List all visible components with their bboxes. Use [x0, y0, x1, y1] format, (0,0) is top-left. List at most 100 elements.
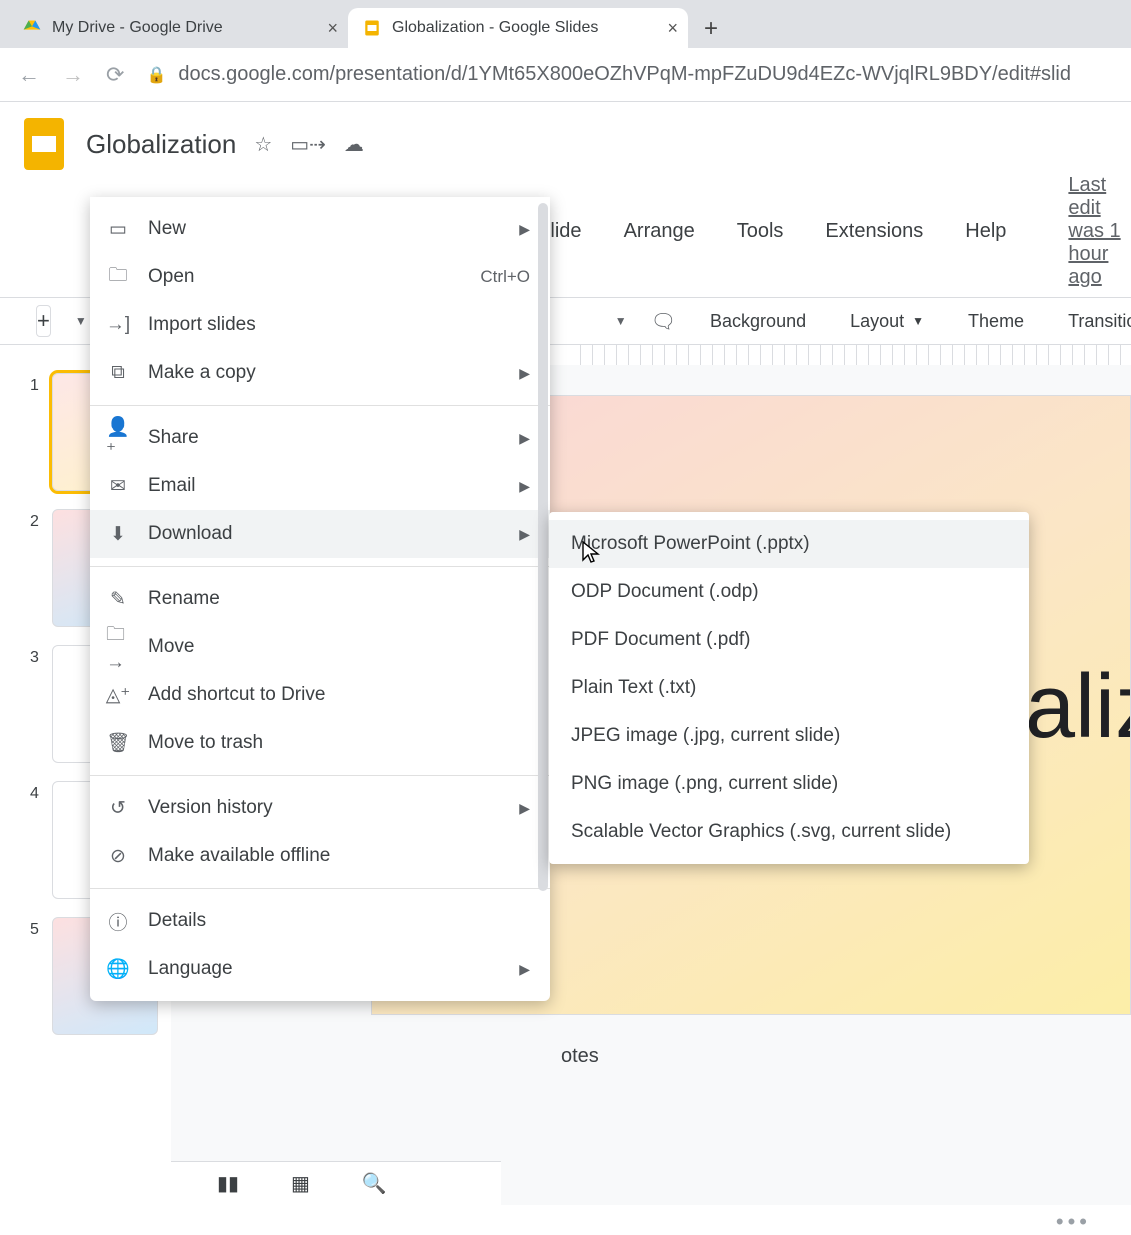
- menu-arrange[interactable]: Arrange: [616, 216, 703, 247]
- file-language[interactable]: 🌐Language▶: [90, 945, 550, 993]
- layout-button[interactable]: Layout▼: [840, 307, 934, 336]
- transition-button[interactable]: Transition: [1058, 307, 1131, 336]
- theme-button[interactable]: Theme: [958, 307, 1034, 336]
- new-slide-button[interactable]: +: [36, 305, 51, 337]
- tab-title: My Drive - Google Drive: [52, 19, 223, 37]
- menu-separator: [90, 566, 550, 567]
- forward-button[interactable]: →: [62, 62, 84, 88]
- folder-icon: 🗀: [106, 261, 130, 293]
- menu-extensions[interactable]: Extensions: [817, 216, 931, 247]
- copy-icon: ⧉: [106, 362, 130, 384]
- cloud-icon[interactable]: ☁: [344, 132, 364, 157]
- lock-icon: 🔒: [146, 65, 166, 85]
- menu-scrollbar[interactable]: [538, 203, 548, 891]
- shortcut: Ctrl+O: [480, 267, 530, 287]
- share-icon: 👤⁺: [106, 415, 130, 462]
- slides-icon: [362, 18, 382, 38]
- download-pptx[interactable]: Microsoft PowerPoint (.pptx): [549, 520, 1029, 568]
- submenu-arrow-icon: ▶: [519, 800, 530, 817]
- reload-button[interactable]: ⟳: [106, 62, 124, 88]
- file-import[interactable]: →]Import slides: [90, 301, 550, 349]
- menu-separator: [90, 405, 550, 406]
- download-pdf[interactable]: PDF Document (.pdf): [549, 616, 1029, 664]
- background-button[interactable]: Background: [700, 307, 816, 336]
- download-submenu: Microsoft PowerPoint (.pptx) ODP Documen…: [549, 512, 1029, 864]
- rename-icon: ✎: [106, 588, 130, 611]
- download-txt[interactable]: Plain Text (.txt): [549, 664, 1029, 712]
- offline-icon: ⊘: [106, 845, 130, 868]
- ruler: [580, 345, 1131, 365]
- download-icon: ⬇: [106, 523, 130, 546]
- slide-number: 3: [30, 645, 44, 667]
- filmstrip-view-icon[interactable]: ▮▮: [217, 1171, 239, 1196]
- slide-number: 5: [30, 917, 44, 939]
- download-jpeg[interactable]: JPEG image (.jpg, current slide): [549, 712, 1029, 760]
- back-button[interactable]: ←: [18, 62, 40, 88]
- submenu-arrow-icon: ▶: [519, 365, 530, 382]
- move-icon[interactable]: ▭⇢: [290, 132, 326, 157]
- trash-icon: 🗑: [106, 731, 130, 755]
- file-rename[interactable]: ✎Rename: [90, 575, 550, 623]
- info-icon: ⓘ: [106, 908, 130, 935]
- file-new[interactable]: ▭New▶: [90, 205, 550, 253]
- file-email[interactable]: ✉Email▶: [90, 462, 550, 510]
- file-copy[interactable]: ⧉Make a copy▶: [90, 349, 550, 397]
- submenu-arrow-icon: ▶: [519, 961, 530, 978]
- url-text: docs.google.com/presentation/d/1YMt65X80…: [178, 63, 1071, 86]
- speaker-notes-fragment[interactable]: otes: [561, 1045, 599, 1155]
- grid-view-icon[interactable]: ▦: [291, 1171, 310, 1196]
- history-icon: ↺: [106, 797, 130, 820]
- new-tab-button[interactable]: +: [694, 12, 728, 46]
- file-move[interactable]: 🗀→Move: [90, 623, 550, 671]
- file-open[interactable]: 🗀OpenCtrl+O: [90, 253, 550, 301]
- toolbar-caret[interactable]: ▼: [615, 314, 627, 328]
- file-details[interactable]: ⓘDetails: [90, 897, 550, 945]
- bottom-bar: ▮▮ ▦ 🔍: [171, 1161, 501, 1205]
- download-png[interactable]: PNG image (.png, current slide): [549, 760, 1029, 808]
- new-slide-caret[interactable]: ▼: [75, 314, 87, 328]
- doc-header: Globalization ☆ ▭⇢ ☁: [0, 102, 1131, 174]
- slides-logo-icon[interactable]: [22, 116, 66, 172]
- slide-number: 4: [30, 781, 44, 803]
- submenu-arrow-icon: ▶: [519, 221, 530, 238]
- close-icon[interactable]: ×: [667, 18, 678, 39]
- submenu-arrow-icon: ▶: [519, 478, 530, 495]
- file-trash[interactable]: 🗑Move to trash: [90, 719, 550, 767]
- browser-tab-drive[interactable]: My Drive - Google Drive ×: [8, 8, 348, 48]
- file-add-shortcut[interactable]: ◬⁺Add shortcut to Drive: [90, 671, 550, 719]
- menu-separator: [90, 775, 550, 776]
- last-edit-link[interactable]: Last edit was 1 hour ago: [1068, 174, 1131, 289]
- close-icon[interactable]: ×: [327, 18, 338, 39]
- file-version-history[interactable]: ↺Version history▶: [90, 784, 550, 832]
- submenu-arrow-icon: ▶: [519, 526, 530, 543]
- doc-title[interactable]: Globalization: [86, 129, 236, 160]
- file-share[interactable]: 👤⁺Share▶: [90, 414, 550, 462]
- menu-help[interactable]: Help: [957, 216, 1014, 247]
- file-offline[interactable]: ⊘Make available offline: [90, 832, 550, 880]
- move-folder-icon: 🗀→: [106, 620, 130, 674]
- import-icon: →]: [106, 314, 130, 336]
- submenu-arrow-icon: ▶: [519, 430, 530, 447]
- browser-toolbar: ← → ⟳ 🔒 docs.google.com/presentation/d/1…: [0, 48, 1131, 102]
- drive-icon: [22, 18, 42, 38]
- comment-icon[interactable]: 🗨: [651, 309, 676, 334]
- globe-icon: 🌐: [106, 957, 130, 981]
- search-icon[interactable]: 🔍: [362, 1171, 387, 1196]
- browser-tab-slides[interactable]: Globalization - Google Slides ×: [348, 8, 688, 48]
- email-icon: ✉: [106, 475, 130, 498]
- download-odp[interactable]: ODP Document (.odp): [549, 568, 1029, 616]
- menu-separator: [90, 888, 550, 889]
- file-menu-dropdown: ▭New▶ 🗀OpenCtrl+O →]Import slides ⧉Make …: [90, 197, 550, 1001]
- more-icon[interactable]: •••: [1056, 1209, 1091, 1235]
- file-download[interactable]: ⬇Download▶: [90, 510, 550, 558]
- slide-title-fragment: aliz: [1025, 656, 1131, 759]
- browser-tabstrip: My Drive - Google Drive × Globalization …: [0, 0, 1131, 48]
- tab-title: Globalization - Google Slides: [392, 19, 598, 37]
- download-svg[interactable]: Scalable Vector Graphics (.svg, current …: [549, 808, 1029, 856]
- new-icon: ▭: [106, 218, 130, 241]
- mouse-cursor-icon: [580, 540, 602, 566]
- slide-number: 1: [30, 373, 44, 395]
- star-icon[interactable]: ☆: [254, 132, 272, 157]
- menu-tools[interactable]: Tools: [729, 216, 792, 247]
- address-bar[interactable]: 🔒 docs.google.com/presentation/d/1YMt65X…: [146, 63, 1071, 86]
